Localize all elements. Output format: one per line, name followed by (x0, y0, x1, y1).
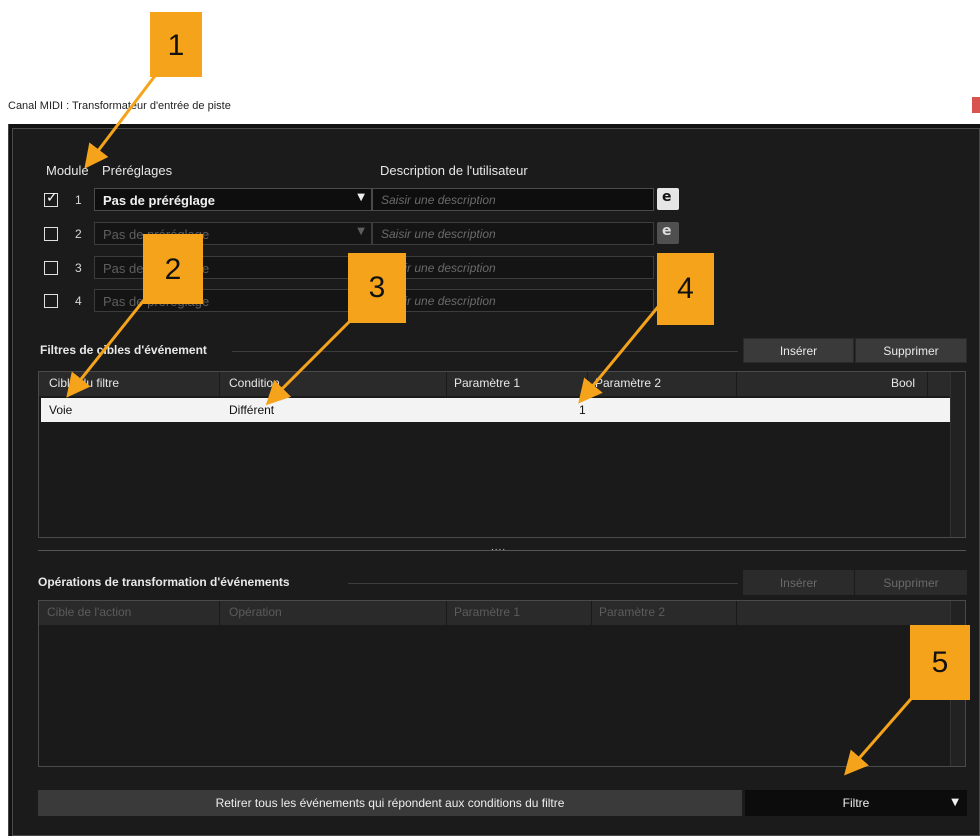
callout-2: 2 (143, 234, 203, 304)
filters-insert-button[interactable]: Insérer (743, 338, 854, 363)
actions-insert-button[interactable]: Insérer (743, 570, 854, 595)
column-header-condition[interactable]: Condition (229, 376, 280, 390)
cell-condition[interactable]: Différent (229, 403, 274, 417)
module-1-number: 1 (75, 193, 82, 207)
function-dropdown[interactable]: Filtre ▼ (745, 790, 967, 816)
module-1-preset-value: Pas de préréglage (103, 193, 215, 208)
module-1-description-input[interactable]: Saisir une description (372, 188, 654, 211)
column-header-bool[interactable]: Bool (891, 376, 915, 390)
module-2-description-input[interactable]: Saisir une description (372, 222, 654, 245)
module-3-description-input[interactable]: Saisir une description (372, 256, 654, 279)
module-1-edit-button[interactable]: e (657, 188, 679, 210)
filters-table: Cible du filtre Condition Paramètre 1 Pa… (38, 371, 966, 538)
actions-table-header: Cible de l'action Opération Paramètre 1 … (39, 601, 951, 625)
column-divider (591, 601, 592, 625)
column-divider (446, 601, 447, 625)
dropdown-arrow-icon: ▼ (357, 226, 365, 237)
actions-section-title: Opérations de transformation d'événement… (38, 575, 290, 589)
callout-5: 5 (910, 625, 970, 700)
cell-filter-target[interactable]: Voie (49, 403, 72, 417)
actions-separator (348, 583, 738, 584)
column-divider (736, 372, 737, 396)
module-2-edit-button[interactable]: e (657, 222, 679, 244)
column-header-action-target[interactable]: Cible de l'action (47, 605, 131, 619)
module-4-number: 4 (75, 294, 82, 308)
column-header-operation[interactable]: Opération (229, 605, 282, 619)
module-4-description-input[interactable]: Saisir une description (372, 289, 654, 312)
filters-delete-button[interactable]: Supprimer (855, 338, 967, 363)
column-divider (446, 372, 447, 396)
column-divider (587, 372, 588, 396)
column-divider (927, 372, 928, 396)
callout-1: 1 (150, 12, 202, 77)
function-description: Retirer tous les événements qui réponden… (38, 790, 742, 816)
module-2-preset-dropdown[interactable]: Pas de préréglage ▼ (94, 222, 372, 245)
window-title: Canal MIDI : Transformateur d'entrée de … (8, 100, 231, 112)
column-divider (736, 601, 737, 625)
close-button[interactable] (972, 97, 980, 113)
filters-separator (232, 351, 738, 352)
filters-scrollbar[interactable] (950, 372, 965, 537)
module-1-preset-dropdown[interactable]: Pas de préréglage ▼ (94, 188, 372, 211)
column-header-param1[interactable]: Paramètre 1 (454, 376, 520, 390)
description-header: Description de l'utilisateur (380, 163, 528, 178)
column-divider (219, 372, 220, 396)
module-header: Module (46, 163, 89, 178)
column-header-filter-target[interactable]: Cible du filtre (49, 376, 119, 390)
filters-section-title: Filtres de cibles d'événement (40, 343, 207, 357)
dropdown-arrow-icon: ▼ (357, 192, 365, 203)
callout-4: 4 (657, 253, 714, 325)
presets-header: Préréglages (102, 163, 173, 178)
module-2-description-placeholder: Saisir une description (381, 227, 496, 241)
column-header-param2[interactable]: Paramètre 2 (599, 605, 665, 619)
module-4-checkbox[interactable] (44, 294, 58, 308)
column-header-param1[interactable]: Paramètre 1 (454, 605, 520, 619)
module-2-number: 2 (75, 227, 82, 241)
module-3-preset-dropdown[interactable]: Pas de préréglage (94, 256, 372, 279)
module-1-description-placeholder: Saisir une description (381, 193, 496, 207)
column-header-param2[interactable]: Paramètre 2 (595, 376, 661, 390)
edit-icon: e (662, 189, 672, 205)
cell-param2[interactable]: 1 (579, 403, 586, 417)
edit-icon: e (662, 223, 672, 239)
checkmark-icon: ✓ (46, 190, 58, 206)
dropdown-arrow-icon: ▼ (951, 797, 959, 808)
actions-table: Cible de l'action Opération Paramètre 1 … (38, 600, 966, 767)
column-divider (219, 601, 220, 625)
callout-3: 3 (348, 253, 406, 323)
table-row[interactable]: Voie Différent 1 (41, 398, 951, 422)
module-1-checkbox[interactable]: ✓ (44, 190, 58, 207)
module-3-number: 3 (75, 261, 82, 275)
module-2-checkbox[interactable] (44, 227, 58, 241)
filters-table-header: Cible du filtre Condition Paramètre 1 Pa… (39, 372, 951, 396)
actions-delete-button[interactable]: Supprimer (855, 570, 967, 595)
splitter-grip-icon[interactable]: .... (491, 542, 506, 553)
module-3-checkbox[interactable] (44, 261, 58, 275)
function-selected-value: Filtre (842, 796, 870, 810)
module-4-preset-dropdown[interactable]: Pas de préréglage (94, 289, 372, 312)
